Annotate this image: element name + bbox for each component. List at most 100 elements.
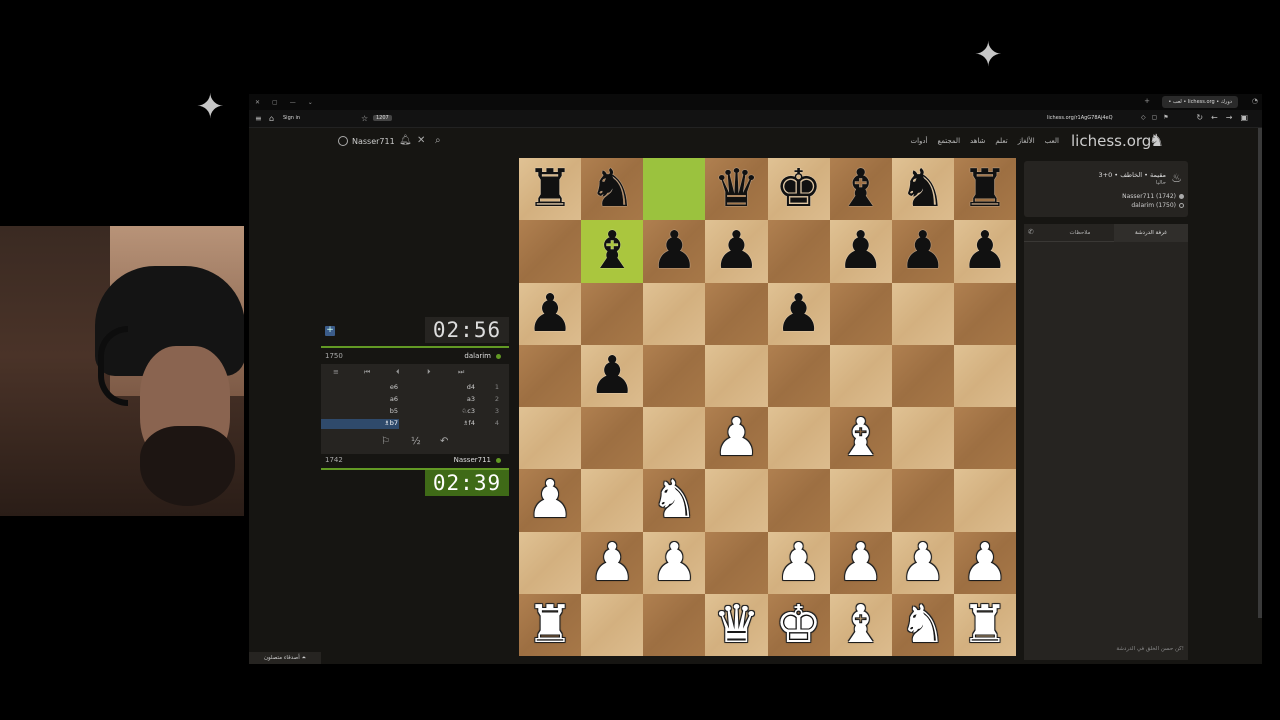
white-knight-icon[interactable]: ♞ <box>651 474 698 526</box>
square-h8[interactable]: ♜ <box>953 158 1016 221</box>
notification-bell-icon[interactable]: 🔔︎ <box>399 135 412 146</box>
square-a5[interactable] <box>519 344 582 407</box>
white-player-info[interactable]: Nasser711 (1742) <box>1122 193 1176 200</box>
square-a7[interactable] <box>519 220 582 283</box>
square-d2[interactable] <box>705 531 768 594</box>
square-e8[interactable]: ♚ <box>767 158 830 221</box>
black-move[interactable]: b5 <box>381 407 399 415</box>
square-g6[interactable] <box>891 282 954 345</box>
square-d3[interactable] <box>705 469 768 532</box>
white-pawn-icon[interactable]: ♟ <box>651 537 698 589</box>
square-h6[interactable] <box>953 282 1016 345</box>
square-e2[interactable]: ♟ <box>767 531 830 594</box>
bookmark-star-icon[interactable]: ☆ <box>361 114 368 123</box>
square-c4[interactable] <box>643 407 706 470</box>
black-pawn-icon[interactable]: ♟ <box>962 225 1009 277</box>
square-a1[interactable]: ♜ <box>519 593 582 656</box>
url-field[interactable]: lichess.org/r1AgG78Aj4eQ <box>1047 115 1113 121</box>
browser-tab[interactable]: • لعب • lichess.org • دورك <box>1162 96 1238 108</box>
square-d6[interactable] <box>705 282 768 345</box>
white-pawn-icon[interactable]: ♟ <box>837 537 884 589</box>
square-f7[interactable]: ♟ <box>829 220 892 283</box>
white-move[interactable]: ♘c3 <box>455 407 475 415</box>
window-menu-icon[interactable]: ◔ <box>1252 97 1258 105</box>
black-move[interactable]: a6 <box>381 395 399 403</box>
black-pawn-icon[interactable]: ♟ <box>837 225 884 277</box>
first-move-icon[interactable]: ⏮ <box>364 368 370 377</box>
nav-community[interactable]: المجتمع <box>937 137 960 145</box>
opponent-name[interactable]: dalarim <box>464 352 491 360</box>
square-c7[interactable]: ♟ <box>643 220 706 283</box>
square-h7[interactable]: ♟ <box>953 220 1016 283</box>
prev-move-icon[interactable]: ⏴ <box>396 368 400 377</box>
maximize-window-icon[interactable]: ▢ <box>272 99 278 106</box>
menu-icon[interactable]: ≡ <box>255 114 262 123</box>
square-d4[interactable]: ♟ <box>705 407 768 470</box>
square-a6[interactable]: ♟ <box>519 282 582 345</box>
square-g2[interactable]: ♟ <box>891 531 954 594</box>
nav-learn[interactable]: تعلم <box>995 137 1007 145</box>
scrollbar[interactable] <box>1258 128 1262 618</box>
square-a2[interactable] <box>519 531 582 594</box>
square-c2[interactable]: ♟ <box>643 531 706 594</box>
square-f3[interactable] <box>829 469 892 532</box>
move-menu-icon[interactable]: ≡ <box>333 368 339 376</box>
white-pawn-icon[interactable]: ♟ <box>527 474 574 526</box>
sign-in-button[interactable]: Sign in <box>283 115 300 121</box>
nav-watch[interactable]: شاهد <box>970 137 985 145</box>
black-move[interactable]: e6 <box>381 383 399 391</box>
square-c3[interactable]: ♞ <box>643 469 706 532</box>
square-f8[interactable]: ♝ <box>829 158 892 221</box>
black-rook-icon[interactable]: ♜ <box>962 163 1009 215</box>
black-bishop-icon[interactable]: ♝ <box>589 225 636 277</box>
white-knight-icon[interactable]: ♞ <box>900 599 947 651</box>
site-logo[interactable]: lichess.org <box>1071 132 1151 150</box>
square-a3[interactable]: ♟ <box>519 469 582 532</box>
square-g7[interactable]: ♟ <box>891 220 954 283</box>
square-f2[interactable]: ♟ <box>829 531 892 594</box>
add-time-button[interactable]: + <box>325 326 335 336</box>
square-b7[interactable]: ♝ <box>581 220 644 283</box>
square-b2[interactable]: ♟ <box>581 531 644 594</box>
square-d1[interactable]: ♛ <box>705 593 768 656</box>
square-f1[interactable]: ♝ <box>829 593 892 656</box>
navigation-icons[interactable]: ↻←→▣ <box>1196 113 1256 122</box>
square-b4[interactable] <box>581 407 644 470</box>
white-pawn-icon[interactable]: ♟ <box>589 537 636 589</box>
square-e1[interactable]: ♚ <box>767 593 830 656</box>
square-e4[interactable] <box>767 407 830 470</box>
black-pawn-icon[interactable]: ♟ <box>651 225 698 277</box>
black-pawn-icon[interactable]: ♟ <box>527 288 574 340</box>
square-g5[interactable] <box>891 344 954 407</box>
square-c6[interactable] <box>643 282 706 345</box>
square-g1[interactable]: ♞ <box>891 593 954 656</box>
nav-puzzles[interactable]: الألغاز <box>1018 137 1035 145</box>
square-f4[interactable]: ♝ <box>829 407 892 470</box>
white-bishop-icon[interactable]: ♝ <box>837 412 884 464</box>
resign-flag-icon[interactable]: ⚐ <box>381 436 390 447</box>
black-pawn-icon[interactable]: ♟ <box>900 225 947 277</box>
white-pawn-icon[interactable]: ♟ <box>962 537 1009 589</box>
phone-icon[interactable]: ✆ <box>1028 228 1034 236</box>
square-d7[interactable]: ♟ <box>705 220 768 283</box>
white-queen-icon[interactable]: ♛ <box>713 599 760 651</box>
square-f6[interactable] <box>829 282 892 345</box>
square-e3[interactable] <box>767 469 830 532</box>
square-d5[interactable] <box>705 344 768 407</box>
knight-logo-icon[interactable]: ♞ <box>1149 131 1164 151</box>
white-pawn-icon[interactable]: ♟ <box>713 412 760 464</box>
square-c5[interactable] <box>643 344 706 407</box>
square-h3[interactable] <box>953 469 1016 532</box>
tab-list-icon[interactable]: ⌄ <box>308 99 313 106</box>
square-h4[interactable] <box>953 407 1016 470</box>
home-icon[interactable]: ⌂ <box>269 114 274 123</box>
square-c1[interactable] <box>643 593 706 656</box>
last-move-icon[interactable]: ⏭ <box>458 368 464 377</box>
minimize-window-icon[interactable]: — <box>290 99 296 106</box>
white-bishop-icon[interactable]: ♝ <box>837 599 884 651</box>
square-b8[interactable]: ♞ <box>581 158 644 221</box>
square-a8[interactable]: ♜ <box>519 158 582 221</box>
white-king-icon[interactable]: ♚ <box>775 599 822 651</box>
square-b3[interactable] <box>581 469 644 532</box>
square-b5[interactable]: ♟ <box>581 344 644 407</box>
